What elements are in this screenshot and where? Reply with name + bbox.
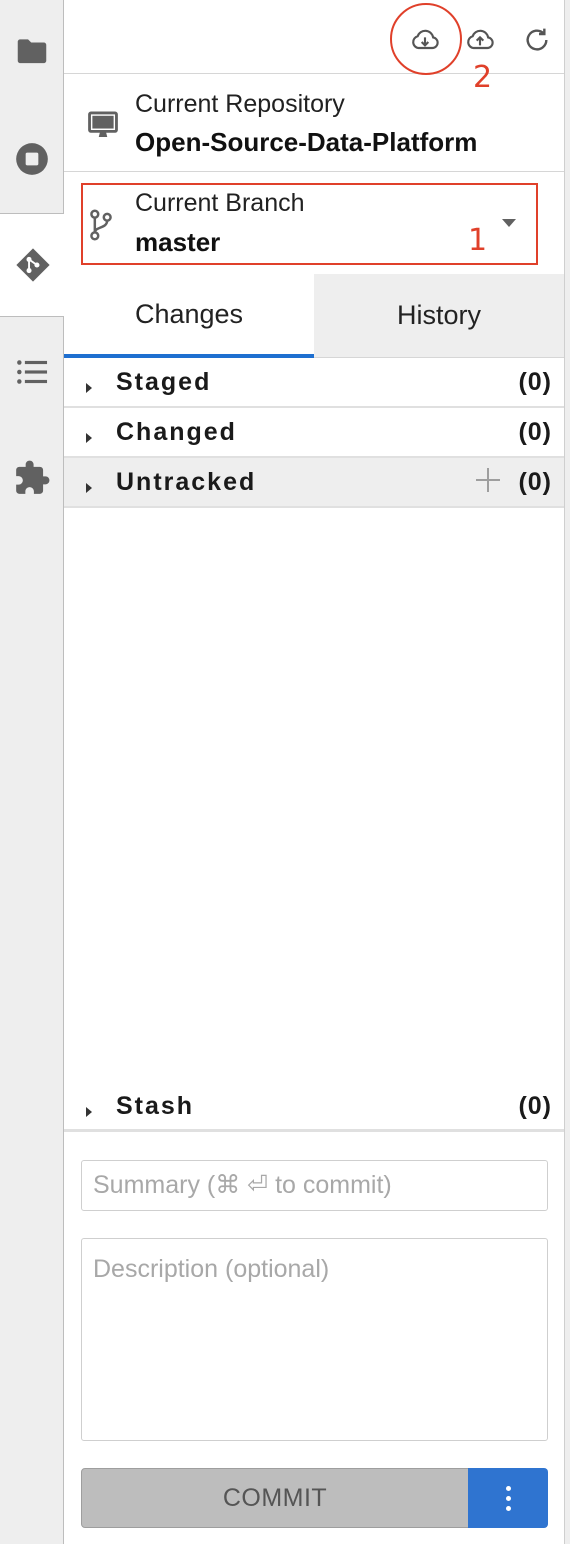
branch-icon: [90, 209, 112, 241]
repository-label: Current Repository: [135, 90, 345, 118]
caret-right-icon: [86, 433, 92, 443]
commit-summary-input[interactable]: [81, 1160, 548, 1211]
changed-label: Changed: [116, 418, 237, 446]
caret-right-icon: [86, 483, 92, 493]
refresh-icon: [526, 28, 548, 51]
chevron-down-icon[interactable]: [502, 219, 516, 227]
panel-splitter[interactable]: [564, 0, 570, 1544]
git-tabs: Changes History: [64, 274, 564, 358]
refresh-button[interactable]: [519, 22, 555, 58]
branch-label: Current Branch: [135, 189, 305, 217]
more-vertical-icon-dot: [505, 1485, 511, 1491]
current-repository: Current Repository Open-Source-Data-Plat…: [64, 74, 564, 172]
git-icon: [15, 248, 50, 282]
pull-annotation-circle: [390, 3, 462, 75]
git-panel: 2 Current Repository Open-Source-Data-Pl…: [64, 0, 564, 1544]
tab-history[interactable]: History: [314, 274, 564, 358]
staged-label: Staged: [116, 368, 212, 396]
tab-changes[interactable]: Changes: [64, 274, 314, 358]
untracked-label: Untracked: [116, 468, 257, 496]
commit-button[interactable]: COMMIT: [81, 1468, 469, 1528]
push-button[interactable]: [462, 22, 498, 58]
stage-all-plus-icon[interactable]: [476, 468, 500, 492]
extensions-tab[interactable]: [0, 448, 64, 508]
folder-icon: [17, 39, 47, 64]
untracked-count: (0): [518, 468, 552, 496]
git-tab[interactable]: [0, 213, 65, 317]
untracked-section-header[interactable]: Untracked (0): [64, 458, 564, 508]
puzzle-icon: [16, 460, 50, 494]
activity-bar: [0, 0, 65, 1544]
more-vertical-icon-dot: [505, 1495, 511, 1501]
branch-annotation-number: 1: [468, 223, 488, 258]
more-vertical-icon-dot: [505, 1505, 511, 1511]
stash-section-header[interactable]: Stash (0): [64, 1082, 564, 1132]
branch-name: master: [135, 227, 221, 257]
file-browser-tab[interactable]: [0, 22, 64, 82]
caret-right-icon: [86, 383, 92, 393]
stop-circle-icon: [16, 143, 48, 175]
current-branch[interactable]: Current Branch master 1: [64, 172, 564, 274]
staged-count: (0): [518, 368, 552, 396]
changed-count: (0): [518, 418, 552, 446]
changed-section-header[interactable]: Changed (0): [64, 408, 564, 458]
table-of-contents-tab[interactable]: [0, 342, 64, 402]
cloud-upload-icon: [467, 29, 494, 50]
stash-label: Stash: [116, 1092, 195, 1120]
commit-options-button[interactable]: [468, 1468, 548, 1528]
running-sessions-tab[interactable]: [0, 129, 64, 189]
list-icon: [17, 360, 48, 384]
staged-section-header[interactable]: Staged (0): [64, 358, 564, 408]
caret-right-icon: [86, 1107, 92, 1117]
repository-name: Open-Source-Data-Platform: [135, 127, 478, 157]
desktop-icon: [88, 111, 118, 138]
stash-count: (0): [518, 1092, 552, 1120]
commit-description-input[interactable]: [81, 1238, 548, 1441]
